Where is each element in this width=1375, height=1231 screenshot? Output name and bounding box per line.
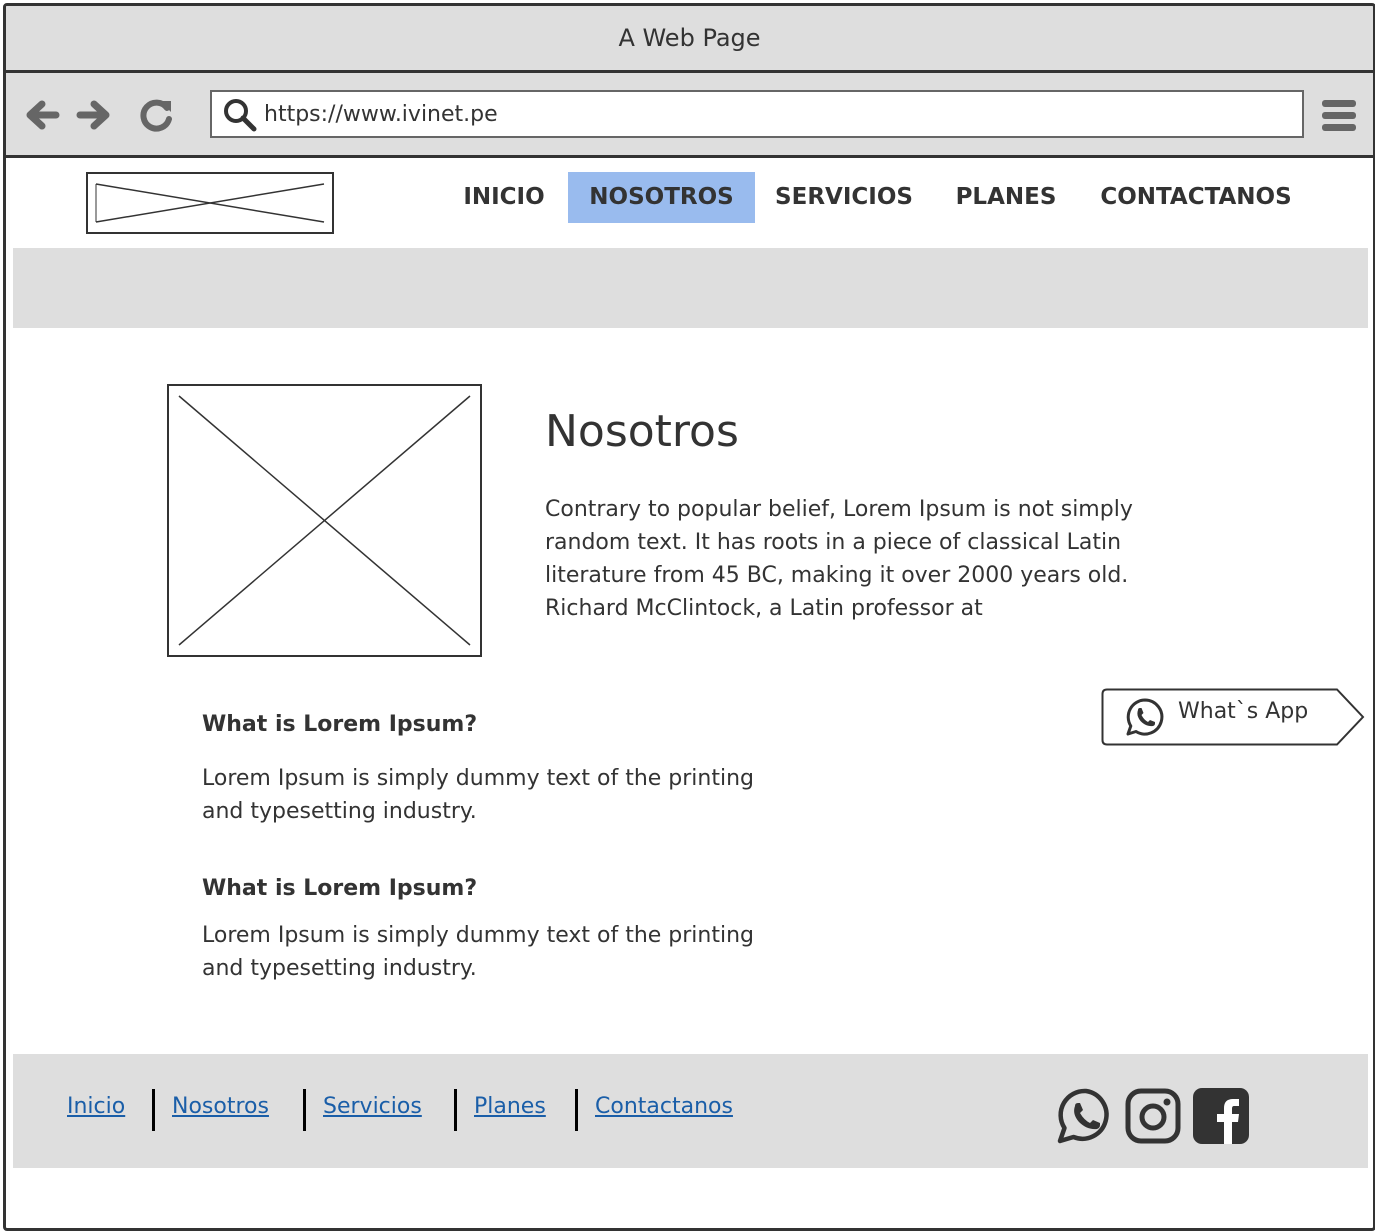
- whatsapp-button-label: What`s App: [1178, 699, 1309, 724]
- nav-item-inicio[interactable]: INICIO: [444, 172, 564, 223]
- window-title: A Web Page: [6, 6, 1373, 73]
- section-title: What is Lorem Ipsum?: [202, 876, 478, 901]
- footer-divider: [575, 1089, 578, 1131]
- reload-button[interactable]: [136, 95, 176, 135]
- back-button[interactable]: [22, 95, 62, 135]
- image-placeholder-icon: [95, 183, 325, 223]
- site-logo-placeholder[interactable]: [86, 172, 334, 234]
- about-image-placeholder: [167, 384, 482, 657]
- search-icon: [224, 99, 257, 132]
- nav-item-planes[interactable]: PLANES: [942, 172, 1070, 223]
- intro-paragraph: Contrary to popular belief, Lorem Ipsum …: [545, 497, 1133, 621]
- footer-divider: [152, 1089, 155, 1131]
- hero-banner: [13, 248, 1368, 328]
- whatsapp-icon: [1126, 698, 1164, 736]
- image-placeholder-icon: [178, 395, 471, 646]
- arrow-left-icon: [26, 100, 60, 130]
- reload-icon: [140, 99, 172, 132]
- facebook-social-link[interactable]: [1192, 1087, 1250, 1145]
- browser-window: A Web Page https://www.ivinet.pe INICIO …: [3, 3, 1375, 1231]
- site-footer: Inicio Nosotros Servicios Planes Contact…: [13, 1054, 1368, 1168]
- section-title: What is Lorem Ipsum?: [202, 712, 478, 737]
- nav-item-servicios[interactable]: SERVICIOS: [764, 172, 924, 223]
- hamburger-icon: [1322, 100, 1356, 131]
- facebook-icon: [1193, 1088, 1249, 1144]
- arrow-right-icon: [76, 100, 110, 130]
- whatsapp-button[interactable]: What`s App: [1101, 688, 1366, 746]
- nav-item-nosotros[interactable]: NOSOTROS: [568, 172, 755, 223]
- whatsapp-social-link[interactable]: [1056, 1087, 1114, 1145]
- address-bar[interactable]: [210, 90, 1304, 138]
- nav-item-contactanos[interactable]: CONTACTANOS: [1088, 172, 1304, 223]
- browser-toolbar: [6, 73, 1373, 158]
- menu-button[interactable]: [1319, 95, 1359, 135]
- footer-link-contactanos[interactable]: Contactanos: [595, 1094, 733, 1119]
- section-text: Lorem Ipsum is simply dummy text of the …: [202, 923, 754, 981]
- section-text: Lorem Ipsum is simply dummy text of the …: [202, 766, 754, 824]
- footer-link-nosotros[interactable]: Nosotros: [172, 1094, 269, 1119]
- page-title: Nosotros: [545, 406, 739, 457]
- footer-divider: [303, 1089, 306, 1131]
- footer-link-inicio[interactable]: Inicio: [67, 1094, 125, 1119]
- whatsapp-icon: [1057, 1088, 1109, 1144]
- url-input[interactable]: [264, 96, 1284, 132]
- forward-button[interactable]: [74, 95, 114, 135]
- instagram-social-link[interactable]: [1124, 1087, 1182, 1145]
- footer-link-servicios[interactable]: Servicios: [323, 1094, 422, 1119]
- footer-link-planes[interactable]: Planes: [474, 1094, 546, 1119]
- instagram-icon: [1125, 1088, 1181, 1144]
- footer-divider: [454, 1089, 457, 1131]
